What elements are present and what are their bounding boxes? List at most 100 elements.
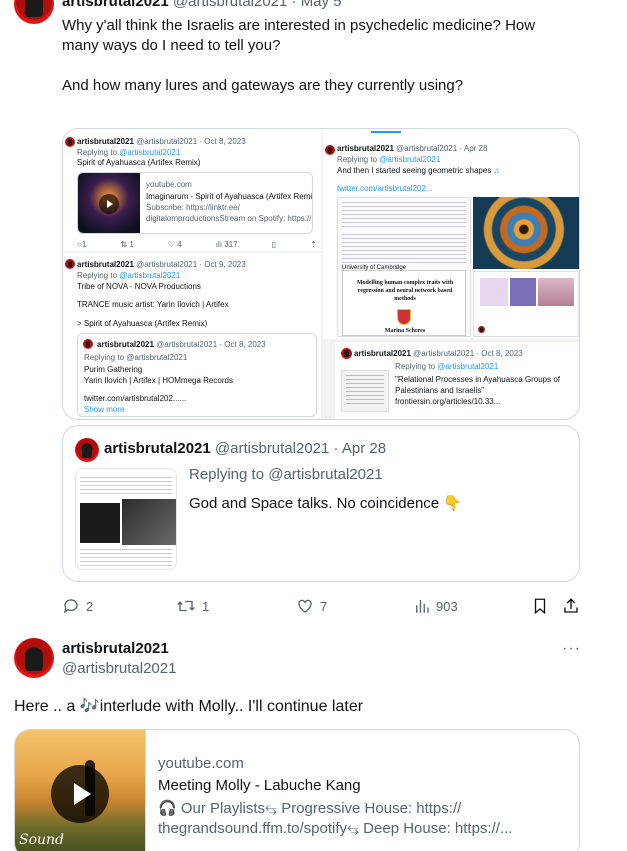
link-card: youtube.com Imaginarum - Spirit of Ayahu…	[77, 172, 313, 234]
avatar	[75, 438, 99, 462]
mosaic-image-b[interactable]: artisbrutal2021 @artisbrutal2021 · Oct 9…	[63, 253, 321, 419]
tweet-text-line: And how many lures and gateways are they…	[62, 77, 464, 94]
quote-text: God and Space talks. No coincidence	[189, 495, 440, 512]
tweet-text: Here .. a 🎶interlude with Molly.. I'll c…	[14, 698, 364, 715]
tweet-text: Spirit of Ayahuasca (Artifex Remix)	[77, 158, 201, 167]
repost-count: 1	[202, 598, 210, 614]
author-name: artisbrutal2021	[354, 349, 411, 358]
view-count: ılı 317	[215, 240, 238, 249]
author-name[interactable]: artisbrutal2021	[62, 640, 169, 657]
more-icon[interactable]: ···	[560, 0, 579, 8]
link-description: Subscribe: https://linktr.ee/	[146, 203, 240, 212]
reply-count: ○1	[77, 240, 87, 249]
quote-thumbnail	[75, 468, 177, 570]
like-button[interactable]: 7	[296, 597, 327, 615]
avatar[interactable]	[14, 638, 54, 678]
replying-label: Replying to	[77, 271, 118, 280]
tweet-text-line: many ways do I need to tell you?	[62, 37, 281, 54]
views-icon	[416, 600, 429, 613]
like-count: ♡ 4	[167, 240, 182, 249]
bookmark-icon: ▯	[271, 240, 277, 249]
author-handle-date: @artisbrutal2021 · Oct 8, 2023	[413, 349, 523, 358]
author-handle-date: @artisbrutal2021 · Oct 9, 2023	[136, 260, 246, 269]
media-mosaic[interactable]: artisbrutal2021 @artisbrutal2021 · Oct 8…	[62, 128, 580, 420]
tweet-text: Palestinians and Israelis"	[395, 386, 485, 395]
replying-handle: @artisbrutal2021	[119, 271, 181, 280]
replying-label: Replying to	[337, 155, 378, 164]
tweet-text: Tribe of NOVA - NOVA Productions	[77, 282, 201, 291]
like-icon	[298, 599, 312, 613]
paper-university: University of Cambridge	[342, 265, 407, 271]
reply-count: 2	[86, 598, 94, 614]
tweet-text: TRANCE music artist: Yarin Ilovich | Art…	[77, 300, 229, 309]
tweet-text: And then I started seeing geometric shap…	[337, 166, 492, 175]
replying-label: Replying to @artisbrutal2021	[189, 466, 383, 483]
tweet-text: twitter.com/artisbrutal202......	[84, 394, 187, 403]
author-handle-date: @artisbrutal2021 · May 5	[172, 0, 342, 10]
link-card[interactable]: Sound youtube.com Meeting Molly - Labuch…	[14, 729, 580, 851]
avatar[interactable]	[14, 0, 54, 24]
replying-handle: @artisbrutal2021	[437, 362, 499, 371]
reply-button[interactable]: 2	[62, 597, 93, 615]
replying-label: Replying to @artisbrutal2021	[84, 353, 188, 362]
link-title: Imaginarum - Spirit of Ayahuasca (Artife…	[146, 192, 313, 201]
author-name[interactable]: artisbrutal2021	[62, 0, 169, 10]
tweet-text: > Spirit of Ayahuasca (Artifex Remix)	[77, 319, 208, 328]
video-thumbnail[interactable]: Sound	[15, 730, 146, 851]
replying-handle: @artisbrutal2021	[379, 155, 441, 164]
avatar	[325, 145, 335, 155]
repost-icon	[177, 600, 195, 612]
mosaic-image-c[interactable]: artisbrutal2021 @artisbrutal2021 · Apr 2…	[323, 129, 579, 339]
tweet-text: Why y'all think the Israelis are interes…	[62, 16, 602, 96]
like-count: 7	[320, 598, 328, 614]
show-more-link: Show more	[84, 405, 125, 414]
play-icon	[99, 194, 119, 214]
quoted-tweet[interactable]: artisbrutal2021 @artisbrutal2021 · Apr 2…	[62, 425, 580, 582]
repost-count: ⇅ 1	[120, 240, 134, 249]
replying-label: Replying to	[77, 148, 118, 157]
quoted-tweet: artisbrutal2021 @artisbrutal2021 · Oct 8…	[77, 333, 317, 417]
action-bar: 2 1 7 903	[62, 595, 582, 617]
article-thumbnail	[341, 370, 389, 412]
replying-label: Replying to	[395, 362, 436, 371]
avatar	[65, 137, 75, 147]
share-button[interactable]	[562, 597, 580, 620]
bookmark-icon	[534, 598, 546, 615]
author-handle-date: @artisbrutal2021 · Oct 8, 2023	[156, 340, 266, 349]
link-description: digitalomproductionsStream on Spotify: h…	[146, 214, 311, 223]
more-icon[interactable]: ···	[562, 640, 581, 658]
mosaic-image-d[interactable]: artisbrutal2021 @artisbrutal2021 · Oct 8…	[335, 341, 579, 419]
emoji: 👇	[443, 495, 463, 512]
author-name: artisbrutal2021	[104, 440, 211, 457]
avatar	[65, 259, 75, 269]
bookmark-button[interactable]	[532, 597, 548, 620]
author-name: artisbrutal2021	[337, 144, 394, 153]
embedded-screenshot	[473, 271, 579, 337]
reply-icon	[63, 599, 78, 614]
tweet-text-line: Why y'all think the Israelis are interes…	[62, 17, 536, 34]
crest-icon	[397, 309, 411, 325]
link-domain: youtube.com	[146, 180, 192, 189]
tweet-link: twitter.com/artisbrutal202...	[337, 184, 433, 193]
paper-author: Marina Scheres	[384, 328, 426, 334]
author-name: artisbrutal2021	[77, 137, 134, 146]
tweet-text: Yarin Ilovich | Artifex | HOMmega Record…	[84, 376, 233, 385]
author-handle-date: @artisbrutal2021 · Apr 28	[396, 144, 488, 153]
tweet-header: artisbrutal2021 @artisbrutal2021 · May 5	[62, 0, 342, 10]
action-bar: ○1 ⇅ 1 ♡ 4 ılı 317 ▯ ⇡	[77, 239, 317, 250]
author-handle[interactable]: @artisbrutal2021	[62, 660, 176, 677]
author-name: artisbrutal2021	[97, 340, 154, 349]
views-button[interactable]: 903	[414, 597, 458, 615]
link-description: thegrandsound.ffm.to/spotify⥃ Deep House…	[158, 820, 513, 837]
mosaic-image-a[interactable]: artisbrutal2021 @artisbrutal2021 · Oct 8…	[63, 129, 321, 251]
music-emoji: ♫	[493, 166, 500, 175]
tweet-text: "Relational Processes in Ayahuasca Group…	[395, 375, 561, 384]
fractal-image	[473, 197, 579, 269]
video-thumbnail	[78, 173, 140, 233]
replying-handle: @artisbrutal2021	[119, 148, 181, 157]
play-icon[interactable]	[51, 765, 109, 823]
author-handle-date: @artisbrutal2021 · Apr 28	[214, 440, 387, 457]
repost-button[interactable]: 1	[176, 597, 209, 615]
author-handle-date: @artisbrutal2021 · Oct 8, 2023	[136, 137, 246, 146]
tweet-text: Purim Gathering	[84, 365, 143, 374]
